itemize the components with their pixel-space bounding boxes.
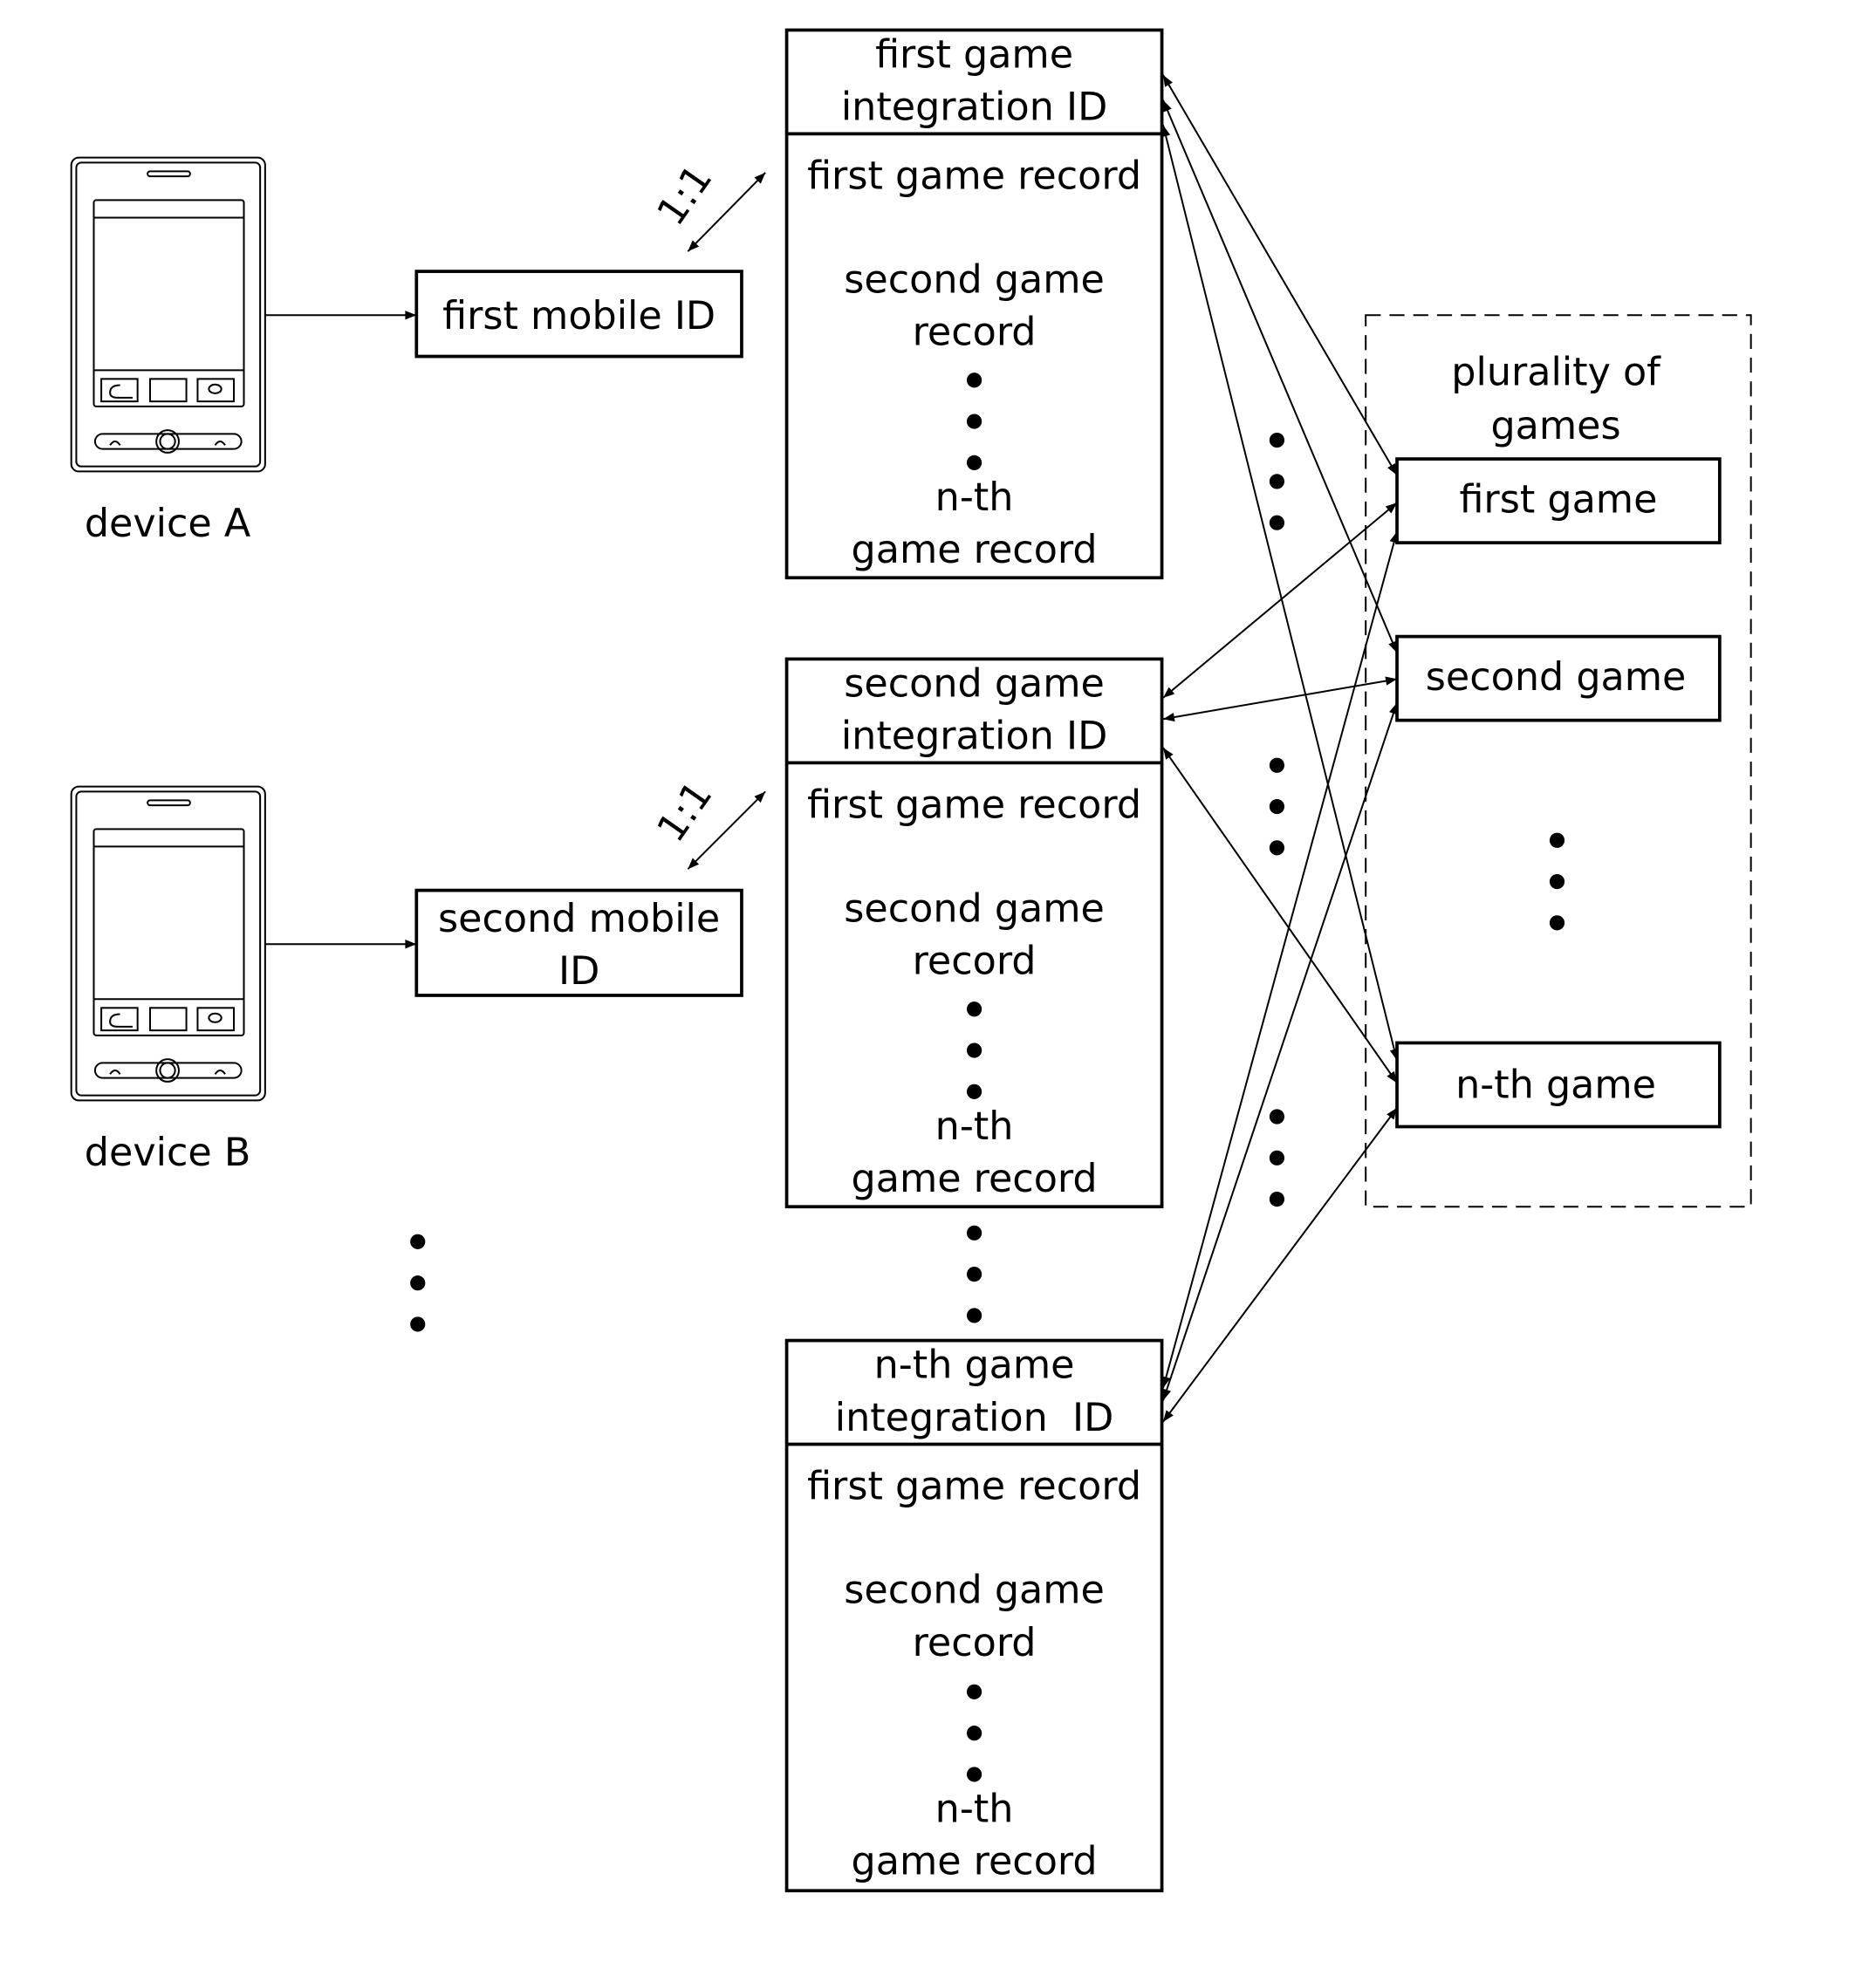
link-idn-game1 xyxy=(1161,530,1399,1389)
nth-game-record: game record xyxy=(852,1840,1098,1884)
nth-game-integration-box[interactable]: n-th game integration ID first game reco… xyxy=(784,1338,1164,1893)
device-b: device B xyxy=(70,785,266,1175)
first-mobile-id-box[interactable]: first mobile ID xyxy=(414,270,743,359)
mobile-id-label-line2: ID xyxy=(558,949,599,994)
ellipsis-dot xyxy=(966,373,983,388)
game-label: second game xyxy=(1426,655,1687,700)
ellipsis-dot xyxy=(966,1043,983,1058)
integration-id-header: integration ID xyxy=(841,85,1107,130)
link-id2-game2 xyxy=(1162,676,1398,722)
first-game-record: first game record xyxy=(807,154,1141,198)
integration-game-links xyxy=(1161,74,1399,1423)
second-game-record: second game xyxy=(844,257,1105,302)
ellipsis-dot xyxy=(966,1084,983,1099)
integration-id-header: integration ID xyxy=(841,714,1107,759)
first-game-record: first game record xyxy=(807,1465,1141,1509)
link-id1-game1 xyxy=(1162,74,1398,476)
one-to-one-label: 1:1 xyxy=(649,157,722,234)
nth-game-record: n-th xyxy=(935,475,1014,520)
integration-id-header: second game xyxy=(844,661,1105,706)
link-id1-gamen xyxy=(1161,125,1399,1061)
mobile-phone-icon xyxy=(70,156,266,473)
nth-game-record: n-th xyxy=(935,1787,1014,1831)
link-id1-game2 xyxy=(1162,99,1398,653)
device-a: device A xyxy=(70,156,266,546)
second-mobile-id-box[interactable]: second mobile ID xyxy=(414,888,743,997)
ellipsis-dot xyxy=(966,1002,983,1017)
games-group-title: games xyxy=(1490,404,1620,448)
first-game-integration-box[interactable]: first game integration ID first game rec… xyxy=(784,28,1164,580)
more-integration-ids-ellipsis xyxy=(966,1225,983,1323)
first-game-record: first game record xyxy=(807,783,1141,827)
more-devices-ellipsis xyxy=(410,1234,426,1332)
connection-ellipsis xyxy=(1269,432,1285,1207)
game-label: n-th game xyxy=(1455,1063,1656,1108)
device-label: device A xyxy=(85,502,251,546)
device-label: device B xyxy=(85,1131,251,1175)
more-games-ellipsis xyxy=(1549,832,1565,931)
ellipsis-dot xyxy=(966,1684,983,1699)
mobile-id-label: first mobile ID xyxy=(442,294,715,338)
ellipsis-dot xyxy=(966,414,983,429)
mobile-id-label-line1: second mobile xyxy=(438,897,720,941)
second-game-record: second game xyxy=(844,1569,1105,1613)
first-game-box[interactable]: first game xyxy=(1395,457,1722,544)
mobile-phone-icon xyxy=(70,785,266,1102)
game-label: first game xyxy=(1459,478,1657,523)
second-game-record: second game xyxy=(844,886,1105,931)
integration-id-header: first game xyxy=(875,32,1073,77)
second-game-box[interactable]: second game xyxy=(1395,634,1722,722)
integration-id-header: integration ID xyxy=(835,1396,1114,1440)
nth-game-record: game record xyxy=(852,1157,1098,1201)
ellipsis-dot xyxy=(966,1767,983,1782)
games-group-title: plurality of xyxy=(1451,351,1661,395)
ellipsis-dot xyxy=(966,455,983,470)
second-game-integration-box[interactable]: second game integration ID first game re… xyxy=(784,657,1164,1209)
nth-game-record: n-th xyxy=(935,1104,1014,1149)
second-game-record: record xyxy=(913,1621,1037,1665)
nth-game-record: game record xyxy=(852,528,1098,572)
one-to-one-label: 1:1 xyxy=(649,774,722,851)
integration-id-header: n-th game xyxy=(874,1343,1075,1388)
ellipsis-dot xyxy=(966,1726,983,1741)
link-id2-gamen xyxy=(1162,747,1398,1084)
second-game-record: record xyxy=(913,940,1037,984)
second-game-record: record xyxy=(913,311,1037,355)
link-id2-game1 xyxy=(1162,502,1398,699)
diagram-canvas: device A first mobile ID 1:1 device B se… xyxy=(70,28,1752,1893)
nth-game-box[interactable]: n-th game xyxy=(1395,1041,1722,1129)
